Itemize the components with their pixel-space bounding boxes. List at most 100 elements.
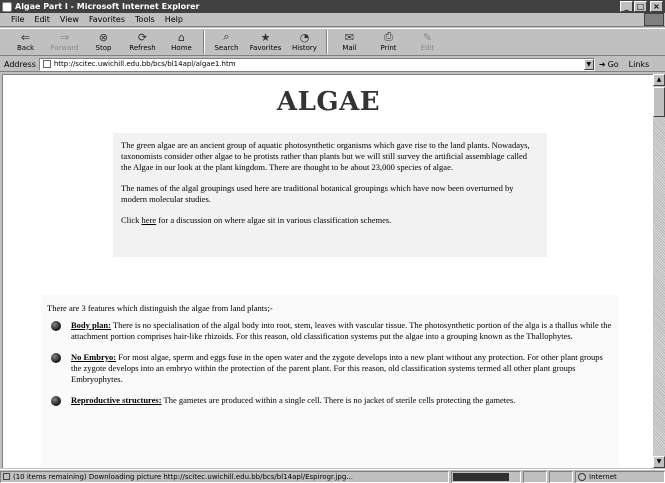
security-zone: Internet (575, 470, 665, 483)
address-bar: Address http://scitec.uwichill.edu.bb/bc… (0, 57, 665, 72)
favorites-label: Favorites (249, 44, 282, 52)
feature-term: No Embryo: (71, 352, 117, 362)
scroll-thumb[interactable] (653, 87, 665, 117)
feature-text: No Embryo: For most algae, sperm and egg… (71, 352, 613, 385)
stop-icon: ⊗ (98, 30, 109, 44)
feature-item: Body plan: There is no specialisation of… (47, 320, 613, 342)
back-button[interactable]: ⇐ Back (6, 29, 45, 53)
refresh-button[interactable]: ⟳ Refresh (123, 29, 162, 53)
page-title: ALGAE (276, 87, 381, 117)
history-button[interactable]: ◔ History (285, 29, 324, 53)
status-bar: (10 items remaining) Downloading picture… (0, 469, 665, 483)
stop-label: Stop (95, 44, 112, 52)
status-text: (10 items remaining) Downloading picture… (13, 472, 353, 481)
windows-logo-icon (644, 13, 664, 26)
print-icon: ⎙ (384, 30, 393, 43)
edit-button[interactable]: ✎ Edit (408, 29, 447, 53)
feature-term: Reproductive structures: (71, 395, 162, 405)
search-button[interactable]: ⌕ Search (207, 29, 246, 52)
toolbar: ⇐ Back ⇒ Forward ⊗ Stop ⟳ Refresh ⌂ Home… (0, 28, 665, 56)
vertical-scrollbar[interactable]: ▲ ▼ (653, 74, 665, 468)
scroll-up-icon[interactable]: ▲ (653, 74, 665, 86)
links-button[interactable]: Links (629, 60, 650, 69)
bullet-icon (51, 321, 61, 331)
menu-help[interactable]: Help (160, 15, 188, 24)
search-icon: ⌕ (223, 30, 230, 43)
menu-edit[interactable]: Edit (29, 15, 55, 24)
toolbar-separator (203, 30, 205, 54)
feature-text: Body plan: There is no specialisation of… (71, 320, 613, 342)
edit-icon: ✎ (422, 30, 433, 44)
maximize-button[interactable]: □ (634, 1, 647, 12)
features-intro: There are 3 features which distinguish t… (47, 303, 273, 313)
mail-icon: ✉ (344, 30, 355, 44)
progress-fill (453, 472, 510, 481)
close-button[interactable]: × (650, 1, 663, 12)
loading-page-icon (3, 473, 10, 480)
search-label: Search (214, 44, 239, 52)
go-arrow-icon: ➜ (598, 59, 606, 69)
window-title: Algae Part I - Microsoft Internet Explor… (15, 2, 200, 11)
address-dropdown-icon[interactable]: ▼ (583, 58, 594, 70)
address-label: Address (4, 59, 36, 69)
features-box: There are 3 features which distinguish t… (41, 295, 619, 468)
page-icon (42, 60, 51, 68)
intro-paragraph-2: The names of the algal groupings used he… (121, 183, 514, 204)
toolbar-separator (326, 30, 328, 54)
mail-button[interactable]: ✉ Mail (330, 29, 369, 53)
home-button[interactable]: ⌂ Home (162, 29, 201, 53)
status-cell (549, 470, 573, 483)
menu-bar: File Edit View Favorites Tools Help (0, 13, 665, 27)
go-button[interactable]: ➜ Go (599, 60, 619, 69)
status-message: (10 items remaining) Downloading picture… (0, 470, 449, 483)
bullet-icon (51, 396, 61, 406)
feature-text: Reproductive structures: The gametes are… (71, 395, 515, 406)
forward-label: Forward (50, 44, 79, 52)
menu-file[interactable]: File (6, 15, 29, 24)
classification-paragraph: Click here for a discussion on where alg… (121, 215, 539, 226)
scroll-down-icon[interactable]: ▼ (653, 456, 665, 468)
feature-description: The gametes are produced within a single… (161, 395, 516, 405)
intro-paragraph-1: The green algae are an ancient group of … (121, 140, 530, 172)
history-label: History (292, 44, 317, 52)
mail-label: Mail (342, 44, 357, 52)
globe-icon (578, 472, 586, 481)
back-label: Back (17, 44, 34, 52)
favorites-button[interactable]: ★ Favorites (246, 29, 285, 53)
status-cell (523, 470, 547, 483)
back-arrow-icon: ⇐ (20, 30, 31, 44)
bullet-icon (51, 353, 61, 363)
forward-arrow-icon: ⇒ (59, 30, 70, 44)
feature-description: There is no specialisation of the algal … (71, 320, 612, 341)
refresh-icon: ⟳ (137, 30, 148, 44)
menu-favorites[interactable]: Favorites (84, 15, 130, 24)
print-label: Print (380, 44, 397, 52)
menu-tools[interactable]: Tools (130, 15, 160, 24)
title-bar: Algae Part I - Microsoft Internet Explor… (0, 0, 665, 13)
feature-term: Body plan: (71, 320, 111, 330)
here-link[interactable]: here (142, 215, 157, 225)
home-icon: ⌂ (178, 30, 185, 44)
print-button[interactable]: ⎙ Print (369, 29, 408, 52)
forward-button[interactable]: ⇒ Forward (45, 29, 84, 53)
go-label: Go (607, 59, 619, 69)
minimize-button[interactable]: _ (620, 1, 633, 12)
click-suffix: for a discussion on where algae sit in v… (156, 215, 392, 225)
feature-item: No Embryo: For most algae, sperm and egg… (47, 352, 613, 385)
favorites-icon: ★ (260, 30, 271, 44)
edit-label: Edit (420, 44, 435, 52)
progress-bar (451, 470, 521, 483)
refresh-label: Refresh (129, 44, 156, 52)
intro-box: The green algae are an ancient group of … (113, 133, 547, 257)
feature-item: Reproductive structures: The gametes are… (47, 395, 613, 406)
address-input[interactable]: http://scitec.uwichill.edu.bb/bcs/bl14ap… (38, 57, 595, 71)
ie-page-icon (2, 1, 12, 12)
address-url[interactable]: http://scitec.uwichill.edu.bb/bcs/bl14ap… (54, 60, 584, 68)
page-viewport: ALGAE The green algae are an ancient gro… (2, 74, 653, 468)
zone-label: Internet (589, 472, 617, 481)
click-prefix: Click (121, 215, 142, 225)
stop-button[interactable]: ⊗ Stop (84, 29, 123, 53)
menu-view[interactable]: View (55, 15, 84, 24)
feature-description: For most algae, sperm and eggs fuse in t… (71, 352, 603, 384)
history-icon: ◔ (299, 30, 310, 44)
